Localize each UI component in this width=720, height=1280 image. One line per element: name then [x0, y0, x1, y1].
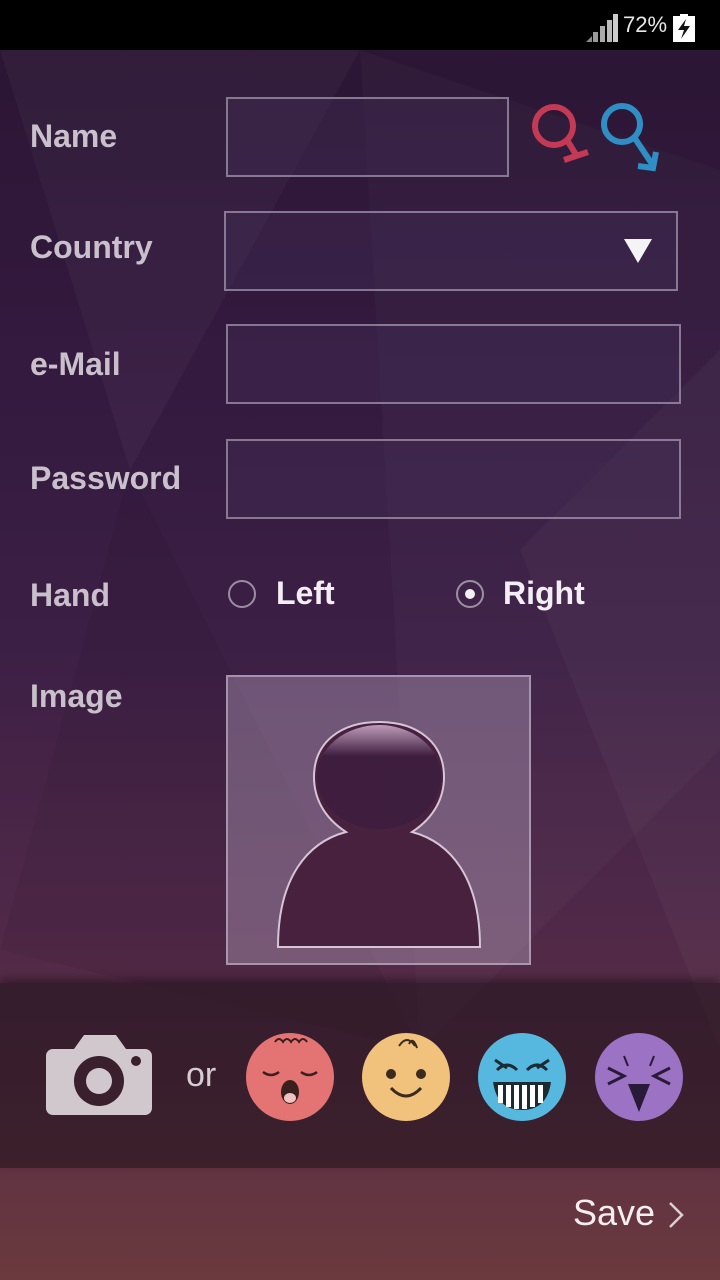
hand-left-radio[interactable] — [228, 580, 256, 608]
or-label: or — [186, 1056, 217, 1094]
email-label: e-Mail — [30, 346, 121, 382]
name-input[interactable] — [226, 97, 509, 177]
hand-label: Hand — [30, 577, 110, 613]
chevron-right-icon[interactable] — [666, 1200, 686, 1230]
country-label: Country — [30, 229, 153, 265]
person-silhouette-icon — [276, 720, 482, 948]
dropdown-arrow-icon — [624, 239, 652, 263]
grinning-face-icon[interactable] — [477, 1032, 567, 1122]
password-label: Password — [30, 460, 182, 496]
signal-icon — [586, 14, 618, 42]
name-label: Name — [30, 118, 118, 154]
female-gender-icon[interactable] — [530, 100, 592, 176]
battery-percent: 72% — [623, 12, 668, 37]
laughing-face-icon[interactable] — [594, 1032, 684, 1122]
hand-right-label[interactable]: Right — [503, 575, 585, 612]
country-select[interactable] — [224, 211, 678, 291]
email-input[interactable] — [226, 324, 681, 404]
hand-left-label[interactable]: Left — [276, 575, 335, 612]
battery-charging-icon — [673, 14, 695, 42]
save-button[interactable]: Save — [573, 1192, 655, 1234]
male-gender-icon[interactable] — [600, 100, 662, 176]
profile-image-placeholder[interactable] — [226, 675, 531, 965]
status-bar: 72% — [0, 0, 720, 50]
happy-face-icon[interactable] — [361, 1032, 451, 1122]
camera-icon[interactable] — [46, 1035, 152, 1115]
password-input[interactable] — [226, 439, 681, 519]
hand-right-radio[interactable] — [456, 580, 484, 608]
image-label: Image — [30, 678, 123, 714]
yawning-face-icon[interactable] — [245, 1032, 335, 1122]
